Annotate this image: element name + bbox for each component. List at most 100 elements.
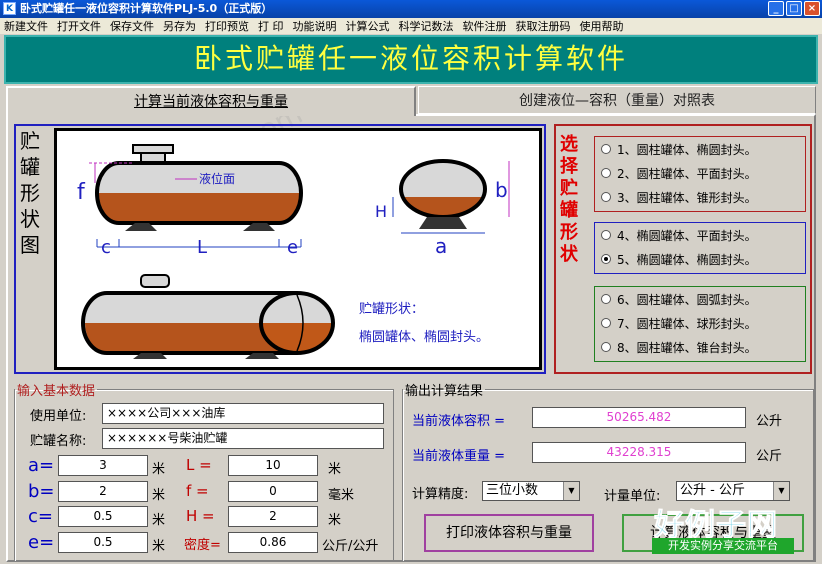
shape-option-4[interactable]: 4、椭圆罐体、平面封头。 [595,223,805,247]
shape-option-1[interactable]: 1、圆柱罐体、椭圆封头。 [595,137,805,161]
tank-3d-view [81,274,335,359]
shape-option-7[interactable]: 7、圆柱罐体、球形封头。 [595,311,805,335]
menu-register[interactable]: 软件注册 [463,18,507,34]
param-b-input[interactable]: 2 [58,481,148,502]
radio-icon[interactable] [601,168,611,178]
shape-vertical-title: 贮 罐 形 状 图 [20,128,46,258]
param-e-label: e= [28,532,55,553]
menu-save-as[interactable]: 另存为 [163,18,196,34]
radio-icon[interactable] [601,318,611,328]
liquid-level-label: 液位面 [199,171,235,186]
chevron-down-icon[interactable]: ▼ [773,482,789,500]
output-legend: 输出计算结果 [405,384,484,399]
weight-output: 43228.315 [532,442,746,463]
selection-title-char: 形 [560,222,578,243]
radio-selected-icon[interactable] [601,254,611,264]
precision-value: 三位小数 [486,483,539,498]
radio-icon[interactable] [601,230,611,240]
shape-title-char: 贮 [20,129,40,153]
shape-option-label: 8、圆柱罐体、锥台封头。 [617,340,757,355]
shape-option-5[interactable]: 5、椭圆罐体、椭圆封头。 [595,247,805,271]
label-a: a [435,234,447,258]
shape-caption-title: 贮罐形状： [359,302,424,317]
menu-new-file[interactable]: 新建文件 [4,18,48,34]
menu-function-help[interactable]: 功能说明 [293,18,337,34]
param-c-label: c= [28,506,53,527]
menu-save-file[interactable]: 保存文件 [110,18,154,34]
weight-label: 当前液体重量 = [412,449,506,464]
menu-bar: 新建文件 打开文件 保存文件 另存为 打印预览 打 印 功能说明 计算公式 科学… [0,18,822,34]
shape-option-label: 5、椭圆罐体、椭圆封头。 [617,252,757,267]
label-L: L [197,237,207,258]
selection-vertical-title: 选 择 贮 罐 形 状 [560,134,586,266]
param-H-label: H = [186,507,215,525]
tab-create-table[interactable]: 创建液位—容积（重量）对照表 [418,86,816,114]
shape-caption-value: 椭圆罐体、椭圆封头。 [359,329,489,345]
input-legend: 输入基本数据 [17,384,96,399]
param-L-label: L = [186,456,212,474]
menu-scientific-notation[interactable]: 科学记数法 [399,18,454,34]
chevron-down-icon[interactable]: ▼ [563,482,579,500]
selection-title-char: 择 [560,156,578,177]
label-e: e [287,237,298,258]
app-banner: 卧式贮罐任一液位容积计算软件 [4,35,818,84]
menu-formulas[interactable]: 计算公式 [346,18,390,34]
tab-calculate[interactable]: 计算当前液体容积与重量 [6,86,416,116]
tank-name-input[interactable]: ××××××号柴油贮罐 [102,428,384,449]
print-button[interactable]: 打印液体容积与重量 [424,514,594,552]
title-bar[interactable]: K 卧式贮罐任一液位容积计算软件PLJ-5.0（正式版） _ □ × [0,0,822,18]
option-group-2: 4、椭圆罐体、平面封头。 5、椭圆罐体、椭圆封头。 [594,222,806,274]
precision-select[interactable]: 三位小数 ▼ [482,481,580,501]
shape-option-label: 3、圆柱罐体、锥形封头。 [617,190,757,205]
radio-icon[interactable] [601,342,611,352]
label-c: c [101,237,111,258]
param-c-unit: 米 [152,513,166,528]
selection-title-char: 选 [560,134,578,155]
precision-label: 计算精度: [412,487,469,502]
param-H-input[interactable]: 2 [228,506,318,527]
param-L-input[interactable]: 10 [228,455,318,476]
menu-open-file[interactable]: 打开文件 [57,18,101,34]
param-b-unit: 米 [152,488,166,503]
maximize-button[interactable]: □ [786,1,802,16]
param-H-unit: 米 [328,513,342,528]
tab-calculate-label: 计算当前液体容积与重量 [134,94,288,110]
volume-label: 当前液体容积 = [412,414,506,429]
close-button[interactable]: × [804,1,820,16]
label-H: H [375,202,387,221]
shape-option-8[interactable]: 8、圆柱罐体、锥台封头。 [595,335,805,359]
menu-get-code[interactable]: 获取注册码 [516,18,571,34]
shape-option-label: 4、椭圆罐体、平面封头。 [617,228,757,243]
radio-icon[interactable] [601,192,611,202]
param-f-input[interactable]: 0 [228,481,318,502]
shape-title-char: 罐 [20,155,40,179]
watermark-logo: 好例子网 开发实例分享交流平台 [648,500,794,558]
option-group-1: 1、圆柱罐体、椭圆封头。 2、圆柱罐体、平面封头。 3、圆柱罐体、锥形封头。 [594,136,806,212]
shape-option-label: 2、圆柱罐体、平面封头。 [617,166,757,181]
minimize-button[interactable]: _ [768,1,784,16]
measure-unit-select[interactable]: 公升 - 公斤 ▼ [676,481,790,501]
shape-title-char: 图 [20,233,40,257]
user-unit-input[interactable]: ××××公司×××油库 [102,403,384,424]
radio-icon[interactable] [601,294,611,304]
user-unit-label: 使用单位: [30,409,87,424]
end-view-tank [392,159,510,234]
shape-option-label: 6、圆柱罐体、圆弧封头。 [617,292,757,307]
shape-option-2[interactable]: 2、圆柱罐体、平面封头。 [595,161,805,185]
param-e-input[interactable]: 0.5 [58,532,148,553]
label-f: f [77,180,86,205]
menu-print-preview[interactable]: 打印预览 [205,18,249,34]
window-title: 卧式贮罐任一液位容积计算软件PLJ-5.0（正式版） [20,2,273,15]
selection-title-char: 罐 [560,200,578,221]
menu-print[interactable]: 打 印 [258,18,284,34]
shape-option-3[interactable]: 3、圆柱罐体、锥形封头。 [595,185,805,209]
shape-option-label: 7、圆柱罐体、球形封头。 [617,316,757,331]
shape-title-char: 状 [20,207,40,231]
param-a-input[interactable]: 3 [58,455,148,476]
label-b: b [495,178,508,202]
density-input[interactable]: 0.86 [228,532,318,553]
shape-option-6[interactable]: 6、圆柱罐体、圆弧封头。 [595,287,805,311]
radio-icon[interactable] [601,144,611,154]
param-c-input[interactable]: 0.5 [58,506,148,527]
menu-help[interactable]: 使用帮助 [580,18,624,34]
